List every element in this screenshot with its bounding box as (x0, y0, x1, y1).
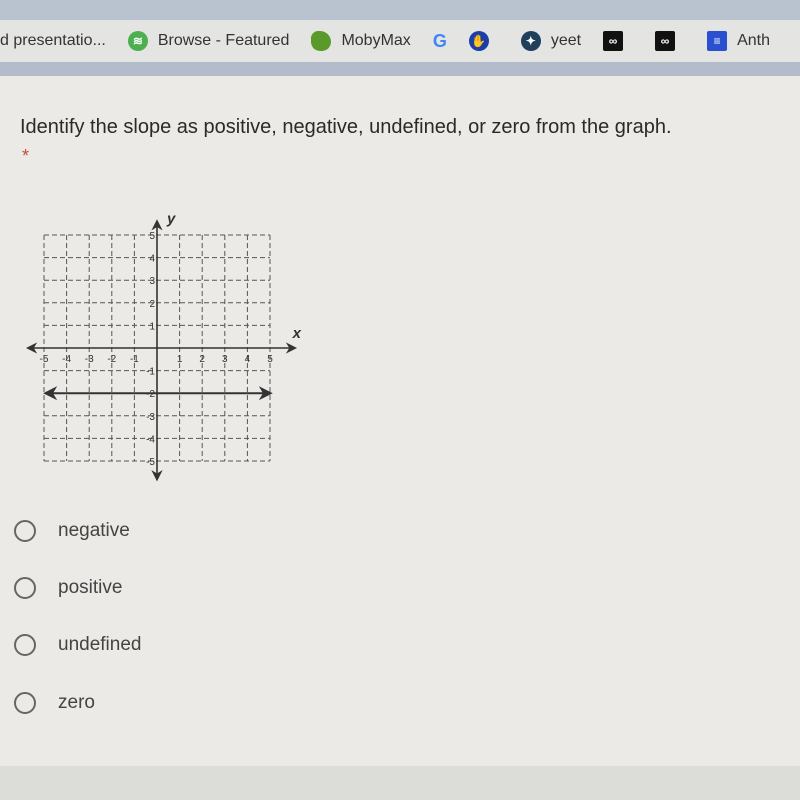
spotify-icon: ≋ (127, 31, 148, 51)
option-label: negative (58, 520, 130, 541)
option-label: zero (58, 692, 95, 713)
compass-icon: ✦ (520, 31, 541, 51)
y-tick-label: 1 (149, 321, 155, 332)
x-tick-label: -2 (107, 354, 116, 365)
radio-button[interactable] (14, 520, 36, 542)
bookmark-presentation[interactable]: d presentatio... (0, 32, 106, 50)
x-tick-label: 2 (199, 354, 205, 365)
option-label: positive (58, 577, 123, 598)
x-axis-label: x (292, 325, 302, 342)
y-tick-label: 4 (149, 254, 155, 265)
option-zero[interactable]: zero (14, 692, 95, 714)
bookmark-label: Anth (737, 32, 770, 49)
bookmark-yeet[interactable]: ✦ yeet (520, 31, 582, 51)
x-tick-label: 5 (267, 354, 273, 365)
form-header-band (0, 62, 800, 76)
option-positive[interactable]: positive (14, 577, 122, 599)
docs-icon: ≡ (707, 31, 728, 51)
bookmark-label: yeet (550, 32, 582, 49)
question-text: Identify the slope as positive, negative… (20, 116, 672, 138)
mobymax-icon (311, 31, 332, 51)
option-negative[interactable]: negative (14, 520, 130, 542)
x-tick-label: -4 (62, 354, 71, 365)
bookmark-label: MobyMax (341, 32, 411, 49)
bookmarks-bar: d presentatio... ≋ Browse - Featured Moby… (0, 20, 800, 62)
mask-icon: ∞ (603, 31, 624, 51)
x-tick-label: -5 (40, 354, 49, 365)
bookmark-hand[interactable]: ✋ (468, 31, 499, 51)
option-label: undefined (58, 634, 142, 655)
x-tick-label: 3 (222, 354, 228, 365)
x-tick-label: -3 (85, 354, 94, 365)
radio-button[interactable] (14, 692, 36, 714)
y-axis-label: y (166, 211, 176, 228)
bookmark-label: Browse - Featured (157, 32, 290, 49)
y-tick-label: 3 (149, 276, 155, 287)
bookmark-mobymax[interactable]: MobyMax (311, 31, 411, 51)
y-tick-label: -4 (146, 434, 155, 445)
google-icon: G (432, 30, 447, 51)
radio-button[interactable] (14, 577, 36, 599)
y-tick-label: 2 (149, 299, 155, 310)
coordinate-graph: -5 -4 -3 -2 -1 1 2 3 4 5 5 4 3 2 1 -1 -2 -3 -4 -5 x y (25, 211, 302, 482)
x-tick-label: -1 (130, 354, 139, 365)
y-tick-label: -3 (146, 412, 155, 423)
y-tick-label: -1 (146, 367, 155, 378)
bottom-bar (0, 766, 800, 800)
bookmark-mask-1[interactable]: ∞ (603, 31, 633, 51)
required-marker: * (22, 146, 30, 166)
bookmark-google[interactable]: G (433, 31, 447, 52)
hand-icon: ✋ (468, 31, 489, 51)
y-tick-label: -5 (146, 457, 155, 468)
bookmark-anth[interactable]: ≡ Anth (707, 31, 770, 51)
mask-icon: ∞ (655, 31, 676, 51)
bookmark-mask-2[interactable]: ∞ (655, 31, 685, 51)
bookmark-label: d presentatio... (0, 32, 106, 49)
y-tick-label: 5 (149, 231, 155, 242)
browser-top-strip (0, 0, 800, 20)
x-tick-label: 1 (177, 354, 183, 365)
x-tick-label: 4 (245, 354, 251, 365)
y-tick-label: -2 (146, 389, 155, 400)
bookmark-browse-featured[interactable]: ≋ Browse - Featured (127, 31, 290, 51)
option-undefined[interactable]: undefined (14, 634, 141, 656)
radio-button[interactable] (14, 634, 36, 656)
